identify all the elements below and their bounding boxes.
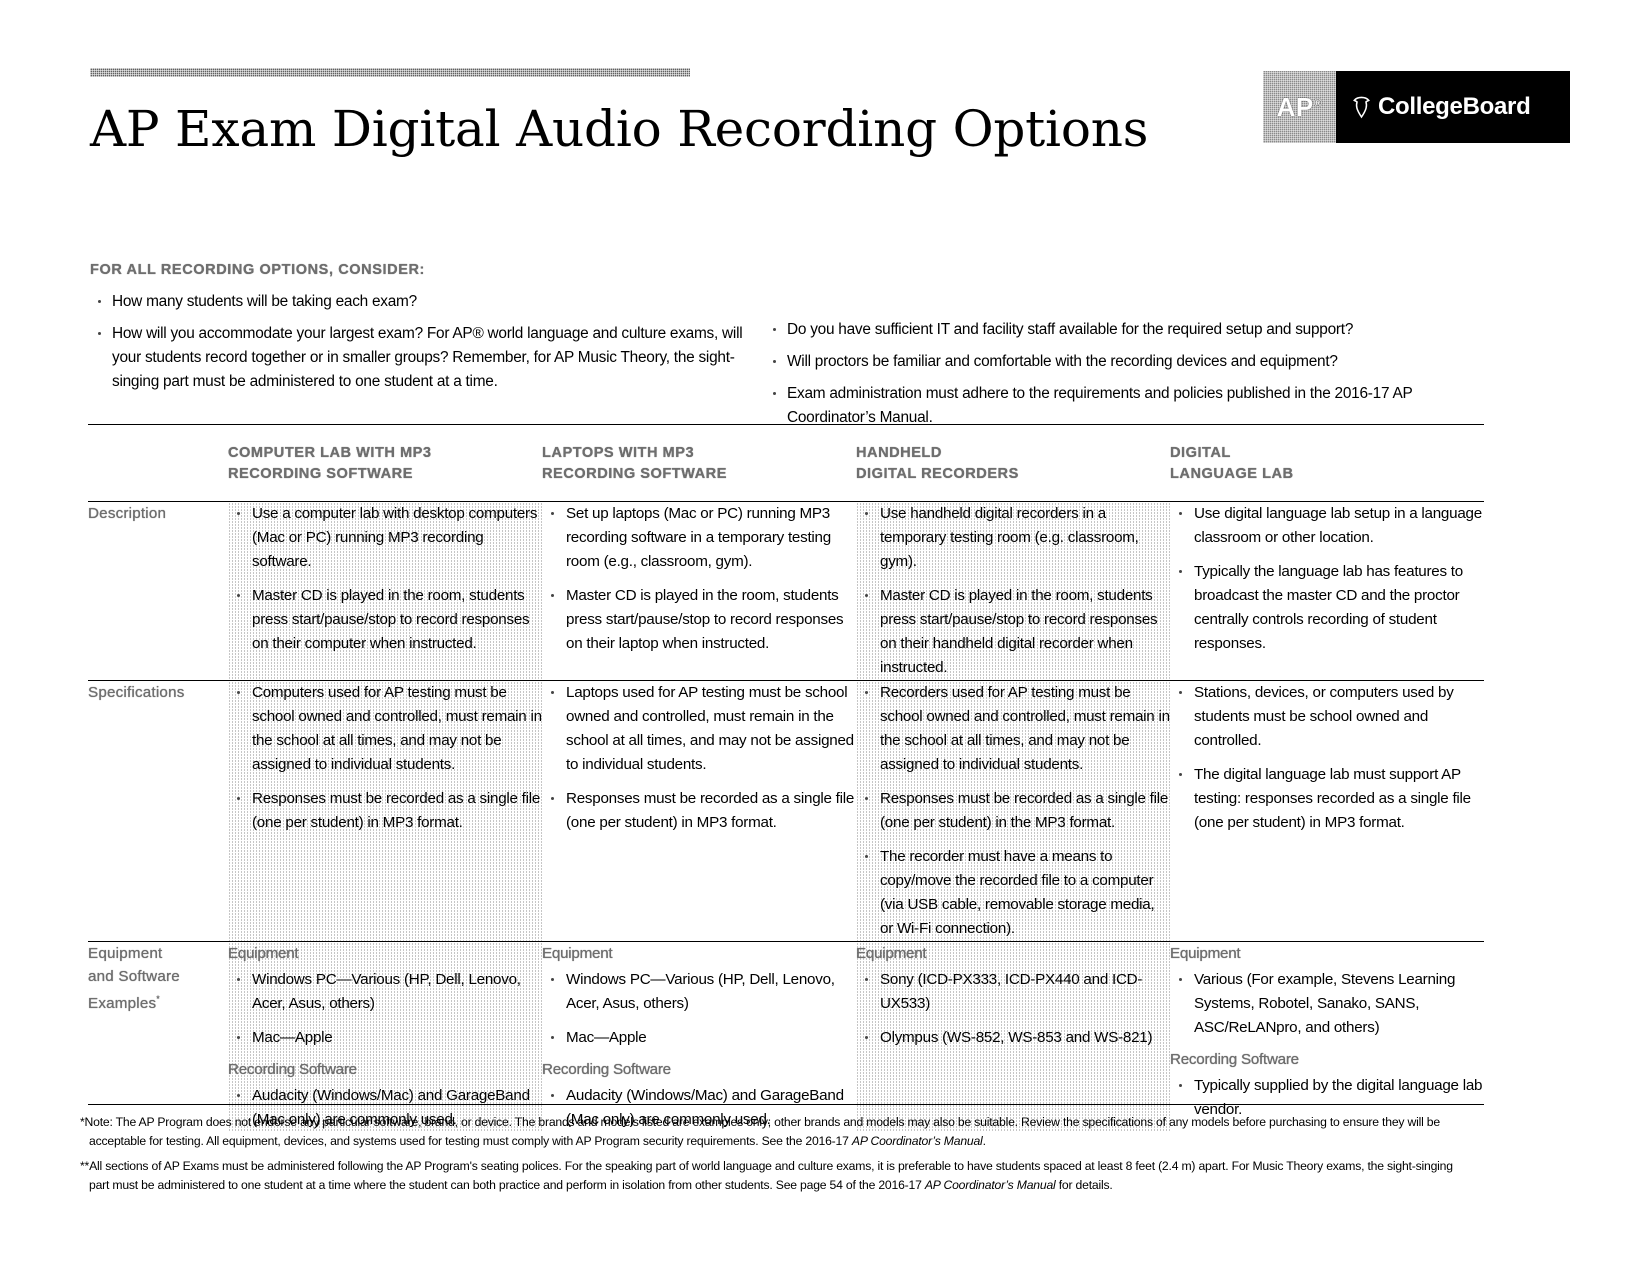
cell-description-laptops: Set up laptops (Mac or PC) running MP3 r…	[542, 501, 856, 681]
cell-description-language-lab: Use digital language lab setup in a lang…	[1170, 501, 1484, 681]
list-item: Sony (ICD-PX333, ICD-PX440 and ICD-UX533…	[856, 968, 1170, 1016]
software-subhead: Recording Software	[542, 1061, 671, 1078]
footnote-marker: *	[156, 994, 160, 1004]
footnote-one-line1: *Note: The AP Program does not endorse a…	[80, 1115, 1440, 1129]
list-item: Master CD is played in the room, student…	[856, 584, 1170, 680]
list-item: Responses must be recorded as a single f…	[856, 787, 1170, 835]
column-header-line2: RECORDING SOFTWARE	[542, 466, 727, 482]
list-item: Stations, devices, or computers used by …	[1170, 681, 1484, 753]
list-item: How many students will be taking each ex…	[90, 290, 765, 314]
recording-options-table: COMPUTER LAB WITH MP3 RECORDING SOFTWARE…	[88, 424, 1484, 1132]
column-header-line1: DIGITAL	[1170, 445, 1231, 461]
column-header-line1: HANDHELD	[856, 445, 942, 461]
cell-specifications-handheld: Recorders used for AP testing must be sc…	[856, 680, 1170, 942]
list-item: Windows PC—Various (HP, Dell, Lenovo, Ac…	[228, 968, 542, 1016]
cell-specifications-laptops: Laptops used for AP testing must be scho…	[542, 680, 856, 942]
list-item: Use a computer lab with desktop computer…	[228, 502, 542, 574]
row-label-description: Description	[88, 501, 228, 681]
document-page: AP Exam Digital Audio Recording Options …	[0, 0, 1650, 1275]
row-label-specifications: Specifications	[88, 680, 228, 942]
consider-left-column: How many students will be taking each ex…	[90, 290, 765, 438]
footnote-one: *Note: The AP Program does not endorse a…	[80, 1113, 1580, 1151]
row-label-line2: and Software	[88, 968, 180, 985]
row-label-line3: Examples*	[88, 994, 160, 1013]
collegeboard-logo-block: CollegeBoard	[1336, 71, 1570, 143]
table-row-specifications: Specifications Computers used for AP tes…	[88, 680, 1484, 942]
equipment-subhead: Equipment	[228, 945, 299, 962]
list-item: Master CD is played in the room, student…	[542, 584, 856, 656]
table-row-description: Description Use a computer lab with desk…	[88, 501, 1484, 681]
consider-right-column: Do you have sufficient IT and facility s…	[765, 290, 1465, 438]
consider-heading: FOR ALL RECORDING OPTIONS, CONSIDER:	[90, 262, 425, 278]
column-header-line1: LAPTOPS WITH MP3	[542, 445, 695, 461]
list-item: Computers used for AP testing must be sc…	[228, 681, 542, 777]
list-item: Typically the language lab has features …	[1170, 560, 1484, 656]
list-item: Master CD is played in the room, student…	[228, 584, 542, 656]
footnote-two: **All sections of AP Exams must be admin…	[80, 1157, 1580, 1195]
list-item: Olympus (WS-852, WS-853 and WS-821)	[856, 1026, 1170, 1050]
table-header-corner	[88, 424, 228, 502]
list-item: Responses must be recorded as a single f…	[228, 787, 542, 835]
cell-description-handheld: Use handheld digital recorders in a temp…	[856, 501, 1170, 681]
list-item: How will you accommodate your largest ex…	[90, 322, 765, 394]
table-header-handheld: HANDHELD DIGITAL RECORDERS	[856, 424, 1170, 502]
column-header-line2: RECORDING SOFTWARE	[228, 466, 413, 482]
collegeboard-logo: AP® CollegeBoard	[1263, 71, 1570, 143]
footnote-one-line2: acceptable for testing. All equipment, d…	[89, 1134, 986, 1148]
footnote-two-line1: **All sections of AP Exams must be admin…	[80, 1159, 1453, 1173]
cell-specifications-computer-lab: Computers used for AP testing must be sc…	[228, 680, 542, 942]
table-header-language-lab: DIGITAL LANGUAGE LAB	[1170, 424, 1484, 502]
list-item: Set up laptops (Mac or PC) running MP3 r…	[542, 502, 856, 574]
list-item: Laptops used for AP testing must be scho…	[542, 681, 856, 777]
consider-right-list: Do you have sufficient IT and facility s…	[765, 318, 1465, 430]
list-item: Windows PC—Various (HP, Dell, Lenovo, Ac…	[542, 968, 856, 1016]
list-item: Mac—Apple	[228, 1026, 542, 1050]
software-subhead: Recording Software	[228, 1061, 357, 1078]
list-item: The recorder must have a means to copy/m…	[856, 845, 1170, 941]
software-subhead: Recording Software	[1170, 1051, 1299, 1068]
list-item: Use handheld digital recorders in a temp…	[856, 502, 1170, 574]
cell-specifications-language-lab: Stations, devices, or computers used by …	[1170, 680, 1484, 942]
row-label-line1: Equipment	[88, 945, 163, 962]
list-item: Do you have sufficient IT and facility s…	[765, 318, 1465, 342]
consider-section: FOR ALL RECORDING OPTIONS, CONSIDER: How…	[90, 262, 1490, 438]
list-item: Various (For example, Stevens Learning S…	[1170, 968, 1484, 1040]
list-item: Use digital language lab setup in a lang…	[1170, 502, 1484, 550]
list-item: Exam administration must adhere to the r…	[765, 382, 1465, 430]
list-item: Mac—Apple	[542, 1026, 856, 1050]
column-header-line2: DIGITAL RECORDERS	[856, 466, 1019, 482]
column-header-line1: COMPUTER LAB WITH MP3	[228, 445, 432, 461]
equipment-subhead: Equipment	[542, 945, 613, 962]
list-item: Will proctors be familiar and comfortabl…	[765, 350, 1465, 374]
table-header-laptops: LAPTOPS WITH MP3 RECORDING SOFTWARE	[542, 424, 856, 502]
footnote-rule	[88, 1104, 1484, 1105]
column-header-line2: LANGUAGE LAB	[1170, 466, 1294, 482]
acorn-icon	[1353, 96, 1370, 118]
consider-left-list: How many students will be taking each ex…	[90, 290, 765, 394]
ap-logo-block: AP®	[1263, 71, 1336, 143]
list-item: The digital language lab must support AP…	[1170, 763, 1484, 835]
list-item: Responses must be recorded as a single f…	[542, 787, 856, 835]
cell-description-computer-lab: Use a computer lab with desktop computer…	[228, 501, 542, 681]
table-header-computer-lab: COMPUTER LAB WITH MP3 RECORDING SOFTWARE	[228, 424, 542, 502]
list-item: Recorders used for AP testing must be sc…	[856, 681, 1170, 777]
collegeboard-logo-label: CollegeBoard	[1378, 93, 1531, 120]
ap-logo-label: AP®	[1276, 91, 1323, 122]
table-header-row: COMPUTER LAB WITH MP3 RECORDING SOFTWARE…	[88, 424, 1484, 502]
equipment-subhead: Equipment	[1170, 945, 1241, 962]
footnote-two-line2: part must be administered to one student…	[89, 1178, 1113, 1192]
title-rule	[90, 68, 690, 77]
equipment-subhead: Equipment	[856, 945, 927, 962]
footnotes-section: *Note: The AP Program does not endorse a…	[80, 1104, 1580, 1195]
